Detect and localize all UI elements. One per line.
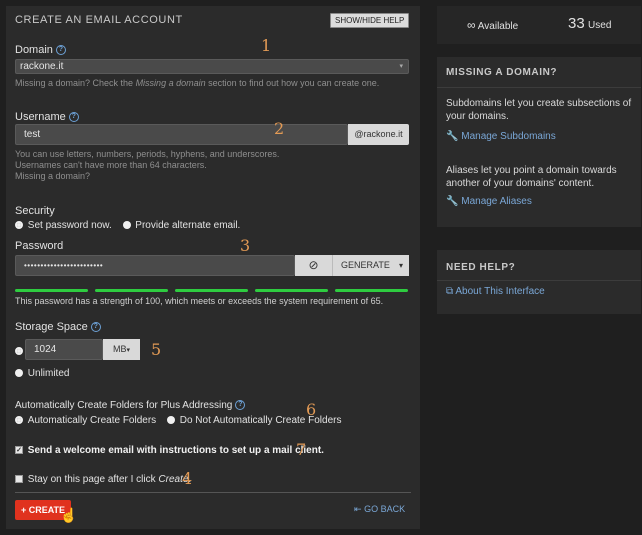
password-label: Password — [15, 240, 64, 252]
no-auto-create-folders-radio[interactable] — [166, 416, 175, 425]
storage-limited-radio[interactable] — [15, 343, 23, 357]
username-domain-suffix: @rackone.it — [348, 124, 409, 145]
annotation-7: 7 — [296, 440, 307, 459]
domain-help-text: Missing a domain? Check the Missing a do… — [15, 78, 380, 88]
available-stat: ∞ Available — [467, 18, 519, 32]
auto-create-folders-radio[interactable] — [15, 416, 23, 425]
security-label: Security — [15, 205, 55, 217]
external-link-icon: ⧉ — [446, 286, 454, 297]
radio-dot — [15, 346, 23, 355]
need-help-panel: NEED HELP? ⧉ About This Interface — [437, 250, 641, 314]
plus-icon: + — [20, 505, 27, 515]
password-strength-text: This password has a strength of 100, whi… — [15, 296, 384, 306]
subdomains-text: Subdomains let you create subsections of… — [446, 98, 632, 122]
help-icon[interactable]: ? — [68, 112, 79, 123]
go-back-link[interactable]: ⇤ GO BACK — [354, 504, 405, 515]
storage-unit-select[interactable]: MB▾ — [103, 339, 140, 360]
create-account-form: CREATE AN EMAIL ACCOUNT SHOW/HIDE HELP D… — [6, 6, 420, 529]
used-stat: 33 Used — [568, 15, 612, 32]
domain-label: Domain? — [15, 44, 66, 56]
account-stats: ∞ Available 33 Used — [437, 6, 641, 44]
infinity-icon: ∞ — [467, 18, 476, 32]
caret-down-icon: ▾ — [126, 347, 130, 354]
strength-segment — [335, 289, 408, 292]
stay-on-page-option[interactable]: Stay on this page after I click Create. — [15, 474, 191, 485]
manage-subdomains-link[interactable]: 🔧 Manage Subdomains — [446, 131, 556, 142]
annotation-1: 1 — [261, 36, 272, 55]
strength-segment — [95, 289, 168, 292]
username-label: Username? — [15, 111, 79, 123]
strength-segment — [175, 289, 248, 292]
storage-quota-input[interactable]: 1024 — [25, 339, 103, 360]
username-input[interactable]: test — [15, 124, 348, 145]
storage-unlimited-option[interactable]: Unlimited — [15, 368, 69, 379]
form-title: CREATE AN EMAIL ACCOUNT — [15, 14, 183, 26]
toggle-visibility-button[interactable]: ⊘ — [295, 255, 332, 276]
domain-select[interactable]: rackone.it ▾ — [15, 59, 409, 74]
alternate-email-radio[interactable] — [122, 221, 131, 230]
arrow-left-icon: ⇤ — [354, 504, 362, 514]
plus-addressing-options: Automatically Create Folders Do Not Auto… — [15, 415, 341, 426]
annotation-6: 6 — [306, 400, 317, 419]
manage-aliases-link[interactable]: 🔧 Manage Aliases — [446, 196, 532, 207]
help-icon[interactable]: ? — [55, 45, 66, 56]
about-interface-link[interactable]: ⧉ About This Interface — [446, 286, 545, 297]
missing-domain-link[interactable]: Missing a domain? — [15, 171, 90, 182]
hand-cursor-icon: ☝ — [60, 507, 78, 523]
missing-domain-panel: MISSING A DOMAIN? Subdomains let you cre… — [437, 57, 641, 227]
help-icon[interactable]: ? — [235, 400, 246, 411]
annotation-5: 5 — [151, 340, 162, 359]
divider — [437, 87, 641, 88]
wrench-icon: 🔧 — [446, 131, 459, 142]
username-help-2: Usernames can't have more than 64 charac… — [15, 160, 207, 170]
missing-domain-title: MISSING A DOMAIN? — [446, 67, 558, 78]
divider — [15, 492, 411, 493]
help-icon[interactable]: ? — [90, 322, 101, 333]
storage-unlimited-radio[interactable] — [15, 369, 23, 378]
need-help-title: NEED HELP? — [446, 262, 516, 273]
generate-button[interactable]: GENERATE ▾ — [332, 255, 409, 276]
caret-down-icon: ▾ — [398, 261, 403, 270]
welcome-email-checkbox[interactable] — [15, 446, 23, 455]
aliases-text: Aliases let you point a domain towards a… — [446, 165, 617, 189]
username-help-1: You can use letters, numbers, periods, h… — [15, 149, 280, 159]
strength-segment — [255, 289, 328, 292]
wrench-icon: 🔧 — [446, 196, 459, 207]
eye-slash-icon: ⊘ — [308, 258, 319, 272]
chevron-down-icon: ▾ — [399, 63, 403, 70]
password-input[interactable]: •••••••••••••••••••••••• — [15, 255, 295, 276]
divider — [437, 280, 641, 281]
set-password-radio[interactable] — [15, 221, 23, 230]
storage-label: Storage Space? — [15, 321, 101, 333]
stay-on-page-checkbox[interactable] — [15, 475, 23, 484]
show-hide-help-button[interactable]: SHOW/HIDE HELP — [330, 13, 410, 28]
strength-segment — [15, 289, 88, 292]
annotation-3: 3 — [240, 236, 251, 255]
welcome-email-option[interactable]: Send a welcome email with instructions t… — [15, 445, 324, 456]
annotation-4: 4 — [182, 469, 193, 488]
annotation-2: 2 — [274, 119, 285, 138]
security-options: Set password now. Provide alternate emai… — [15, 220, 240, 231]
plus-addressing-label: Automatically Create Folders for Plus Ad… — [15, 400, 246, 411]
